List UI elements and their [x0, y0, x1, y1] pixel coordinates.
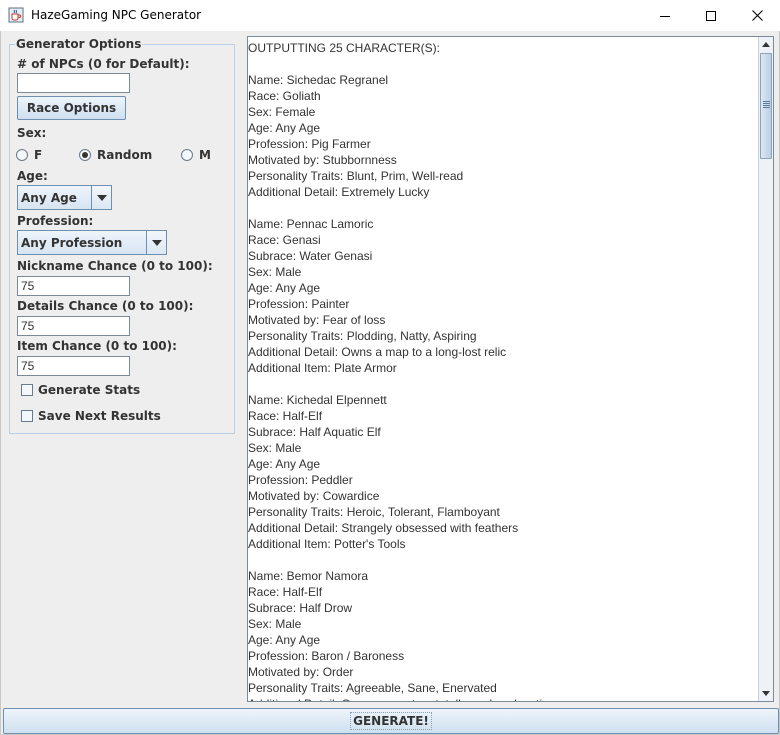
- generate-stats-checkbox[interactable]: Generate Stats: [21, 383, 140, 397]
- profession-label: Profession:: [17, 214, 94, 228]
- profession-select[interactable]: Any Profession: [17, 230, 167, 255]
- output-line: Subrace: Water Genasi: [248, 249, 373, 263]
- output-line: OUTPUTTING 25 CHARACTER(S):: [248, 41, 441, 55]
- output-line: Personality Traits: Agreeable, Sane, Ene…: [248, 681, 497, 695]
- age-select[interactable]: Any Age: [17, 185, 112, 210]
- output-line: Motivated by: Cowardice: [248, 489, 380, 503]
- output-line: Additional Detail: Owns a map to a total…: [248, 696, 758, 701]
- output-line: Race: Goliath: [248, 89, 321, 103]
- output-line: Age: Any Age: [248, 633, 321, 647]
- output-line: Motivated by: Fear of loss: [248, 313, 386, 327]
- output-lines: OUTPUTTING 25 CHARACTER(S): Name: Sicheda…: [248, 40, 758, 701]
- output-line: Sex: Male: [248, 617, 302, 631]
- maximize-icon: [706, 10, 716, 21]
- sex-label: Sex:: [17, 126, 47, 140]
- output-line: Race: Half-Elf: [248, 409, 323, 423]
- radio-circle: [181, 149, 193, 161]
- sex-radio-random[interactable]: Random: [79, 148, 152, 162]
- generate-button-label: GENERATE!: [350, 712, 432, 730]
- output-line: Sex: Male: [248, 265, 302, 279]
- nickname-chance-label: Nickname Chance (0 to 100):: [17, 259, 213, 273]
- output-line: Age: Any Age: [248, 281, 321, 295]
- client-area: Generator Options # of NPCs (0 for Defau…: [0, 31, 780, 735]
- output-line: Profession: Pig Farmer: [248, 137, 371, 151]
- output-line: Personality Traits: Heroic, Tolerant, Fl…: [248, 505, 500, 519]
- chevron-down-icon[interactable]: [91, 186, 111, 209]
- save-next-results-label: Save Next Results: [38, 409, 161, 423]
- coffee-cup-icon: [8, 7, 24, 23]
- title-bar[interactable]: HazeGaming NPC Generator: [0, 0, 780, 31]
- profession-select-value: Any Profession: [21, 236, 123, 250]
- output-line: Sex: Female: [248, 105, 316, 119]
- sex-radio-m-label: M: [199, 148, 211, 162]
- output-line: Personality Traits: Plodding, Natty, Asp…: [248, 329, 477, 343]
- sex-radio-m[interactable]: M: [181, 148, 211, 162]
- generate-button[interactable]: GENERATE!: [3, 708, 779, 734]
- close-icon: [751, 10, 763, 21]
- radio-circle-selected: [79, 149, 91, 161]
- output-line: Motivated by: Stubbornness: [248, 153, 397, 167]
- item-chance-input[interactable]: 75: [17, 356, 130, 376]
- checkbox-box: [21, 410, 33, 422]
- close-button[interactable]: [734, 0, 780, 31]
- scroll-thumb[interactable]: [760, 53, 772, 159]
- output-line: Name: Kichedal Elpennett: [248, 393, 387, 407]
- minimize-button[interactable]: [642, 0, 688, 31]
- output-line: Additional Detail: Extremely Lucky: [248, 185, 430, 199]
- details-chance-label: Details Chance (0 to 100):: [17, 299, 194, 313]
- scroll-up-arrow-icon[interactable]: [759, 37, 773, 52]
- chevron-down-icon[interactable]: [146, 231, 166, 254]
- output-line: Profession: Painter: [248, 297, 350, 311]
- output-line: Age: Any Age: [248, 457, 321, 471]
- output-line: Name: Pennac Lamoric: [248, 217, 374, 231]
- npc-count-input[interactable]: [17, 73, 130, 93]
- output-line: Sex: Male: [248, 441, 302, 455]
- output-line: Name: Bemor Namora: [248, 569, 369, 583]
- details-chance-input[interactable]: 75: [17, 316, 130, 336]
- age-select-value: Any Age: [21, 191, 77, 205]
- generate-stats-label: Generate Stats: [38, 383, 141, 397]
- output-line: Race: Half-Elf: [248, 585, 323, 599]
- race-options-button[interactable]: Race Options: [17, 96, 126, 120]
- sex-radio-f-label: F: [34, 148, 43, 162]
- age-label: Age:: [17, 169, 48, 183]
- output-line: Name: Sichedac Regranel: [248, 73, 389, 87]
- scroll-down-arrow-icon[interactable]: [759, 686, 773, 701]
- output-line: Race: Genasi: [248, 233, 321, 247]
- output-line: Personality Traits: Blunt, Prim, Well-re…: [248, 169, 464, 183]
- output-line: Profession: Peddler: [248, 473, 353, 487]
- sex-radio-f[interactable]: F: [16, 148, 42, 162]
- output-line: Additional Item: Plate Armor: [248, 361, 397, 375]
- window-title: HazeGaming NPC Generator: [31, 8, 202, 22]
- grip-icon: [763, 101, 770, 108]
- sex-radio-random-label: Random: [97, 148, 153, 162]
- output-line: Additional Detail: Strangely obsessed wi…: [248, 521, 519, 535]
- output-line: Additional Item: Potter's Tools: [248, 537, 406, 551]
- output-line: Motivated by: Order: [248, 665, 354, 679]
- output-line: Subrace: Half Aquatic Elf: [248, 425, 381, 439]
- output-line: Profession: Baron / Baroness: [248, 649, 405, 663]
- maximize-button[interactable]: [688, 0, 734, 31]
- output-text-area[interactable]: OUTPUTTING 25 CHARACTER(S): Name: Sicheda…: [247, 36, 774, 702]
- radio-circle: [16, 149, 28, 161]
- vertical-scrollbar[interactable]: [758, 37, 773, 701]
- output-line: Subrace: Half Drow: [248, 601, 353, 615]
- save-next-results-checkbox[interactable]: Save Next Results: [21, 409, 161, 423]
- output-line: Age: Any Age: [248, 121, 321, 135]
- minimize-icon: [660, 15, 670, 17]
- output-line: Additional Detail: Owns a map to a long-…: [248, 345, 507, 359]
- item-chance-label: Item Chance (0 to 100):: [17, 339, 177, 353]
- checkbox-box: [21, 384, 33, 396]
- npc-count-label: # of NPCs (0 for Default):: [17, 57, 190, 71]
- nickname-chance-input[interactable]: 75: [17, 276, 130, 296]
- generator-options-legend: Generator Options: [15, 37, 143, 51]
